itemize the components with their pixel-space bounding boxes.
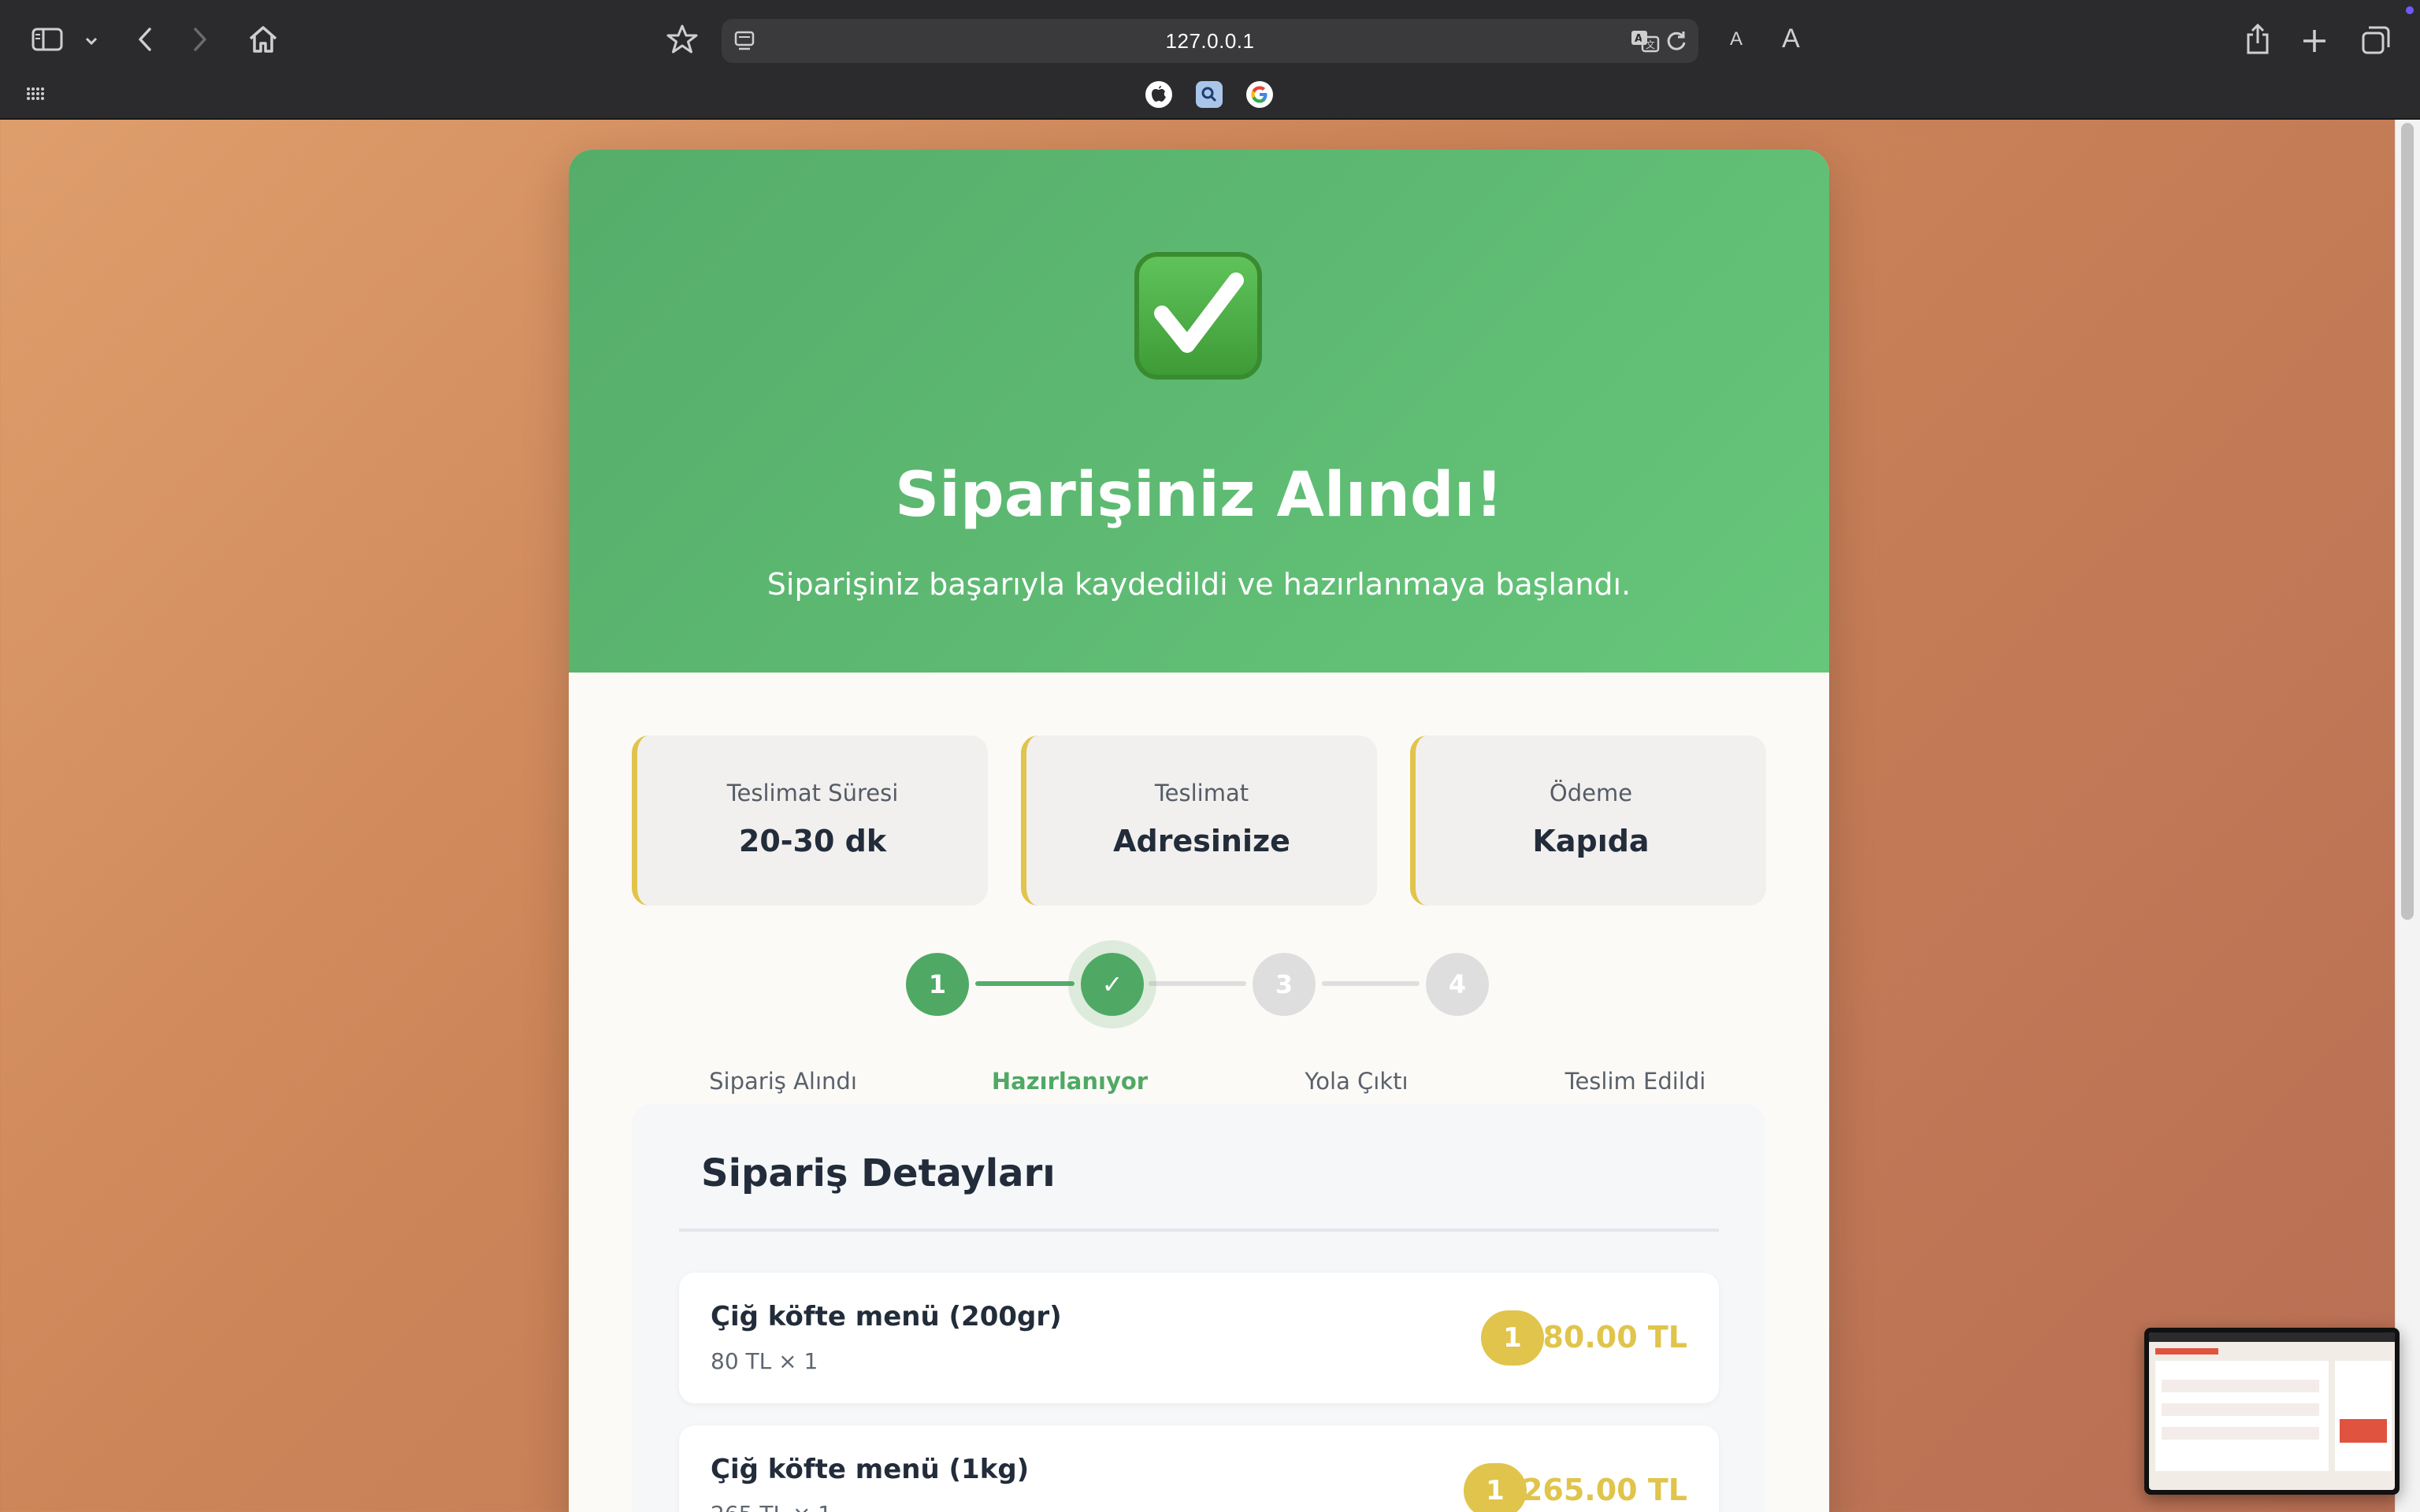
notification-dot (2406, 6, 2414, 14)
progress-step-4: 4 (1426, 953, 1489, 1016)
item-quantity-badge: 1 (1481, 1310, 1544, 1366)
url-text[interactable]: 127.0.0.1 (1166, 29, 1255, 54)
text-larger-button[interactable]: A (1782, 24, 1800, 54)
info-value: 20-30 dk (738, 824, 887, 858)
svg-text:A: A (1635, 33, 1642, 45)
grid-apps-icon[interactable] (25, 83, 46, 104)
item-quantity-badge: 1 (1464, 1463, 1527, 1512)
check-mark-icon (1134, 252, 1262, 380)
apple-favicon-icon[interactable] (1145, 81, 1172, 108)
google-favicon-icon[interactable] (1246, 81, 1273, 108)
progress-step-2: ✓ (1081, 953, 1144, 1016)
page-subtitle: Siparişiniz başarıyla kaydedildi ve hazı… (766, 567, 1631, 602)
order-item: Çiğ köfte menü (200gr) 80 TL × 1 1 80.00… (679, 1273, 1719, 1403)
info-value: Adresinize (1113, 824, 1290, 858)
page-menu-icon[interactable] (731, 28, 758, 54)
home-icon[interactable] (246, 22, 280, 57)
progress-step-3: 3 (1253, 953, 1316, 1016)
reload-icon[interactable] (1664, 28, 1689, 54)
scrollbar-thumb[interactable] (2401, 123, 2414, 920)
progress-label-1: Sipariş Alındı (709, 1068, 857, 1095)
info-label: Teslimat Süresi (726, 780, 899, 806)
chevron-down-icon[interactable] (82, 32, 101, 50)
info-label: Ödeme (1549, 780, 1633, 806)
progress-line-done (975, 981, 1075, 986)
item-unit-price: 265 TL × 1 (711, 1501, 832, 1512)
info-box-delivery-time: Teslimat Süresi 20-30 dk (632, 736, 988, 906)
progress-line-pending (1149, 981, 1246, 986)
item-total-price: 80.00 TL (1542, 1320, 1687, 1354)
search-favicon-icon[interactable] (1196, 81, 1223, 108)
new-tab-icon[interactable] (2297, 24, 2332, 58)
window-thumbnail-preview[interactable] (2144, 1328, 2400, 1495)
progress-step-1: 1 (906, 953, 969, 1016)
progress-label-4: Teslim Edildi (1564, 1068, 1706, 1095)
info-value: Kapıda (1532, 824, 1650, 858)
svg-text:文: 文 (1646, 39, 1655, 50)
tab-overview-icon[interactable] (2357, 22, 2395, 58)
address-bar[interactable]: 127.0.0.1 A文 (722, 19, 1698, 63)
item-name: Çiğ köfte menü (200gr) (711, 1301, 1062, 1332)
info-label: Teslimat (1154, 780, 1249, 806)
item-name: Çiğ köfte menü (1kg) (711, 1454, 1030, 1485)
sidebar-toggle-icon[interactable] (30, 25, 65, 54)
progress-line-pending (1322, 981, 1420, 986)
order-confirmation-card: Siparişiniz Alındı! Siparişiniz başarıyl… (569, 150, 1829, 1512)
order-details-title: Sipariş Detayları (701, 1151, 1056, 1195)
order-item: Çiğ köfte menü (1kg) 265 TL × 1 1 265.00… (679, 1425, 1719, 1512)
success-hero: Siparişiniz Alındı! Siparişiniz başarıyl… (569, 150, 1829, 673)
share-icon[interactable] (2240, 20, 2275, 58)
progress-label-3: Yola Çıktı (1305, 1068, 1409, 1095)
forward-icon[interactable] (187, 24, 213, 55)
info-box-payment: Ödeme Kapıda (1410, 736, 1766, 906)
translate-icon[interactable]: A文 (1629, 27, 1661, 55)
browser-toolbar: 127.0.0.1 A文 A A (0, 0, 2420, 120)
page-title: Siparişiniz Alındı! (894, 460, 1504, 531)
bookmark-star-icon[interactable] (665, 22, 700, 57)
progress-label-2: Hazırlanıyor (991, 1068, 1149, 1095)
info-box-delivery: Teslimat Adresinize (1021, 736, 1377, 906)
item-unit-price: 80 TL × 1 (711, 1348, 818, 1374)
details-divider (679, 1228, 1719, 1232)
back-icon[interactable] (132, 24, 158, 55)
item-total-price: 265.00 TL (1521, 1473, 1687, 1507)
text-smaller-button[interactable]: A (1730, 28, 1743, 50)
